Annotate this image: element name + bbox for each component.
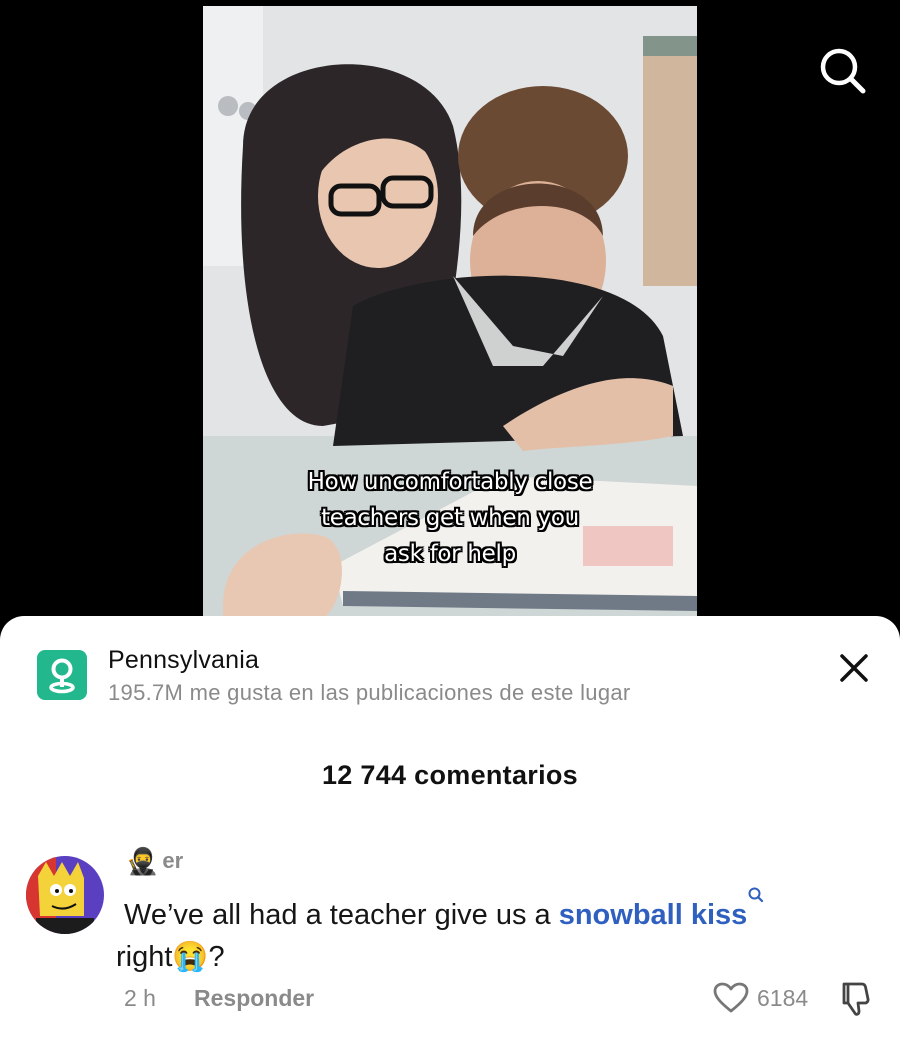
like-button[interactable]: [713, 982, 749, 1014]
small-search-icon[interactable]: [747, 886, 765, 904]
caption-line: ask for help: [384, 541, 516, 567]
search-icon: [820, 48, 866, 94]
close-icon: [840, 654, 868, 682]
avatar[interactable]: [26, 856, 104, 934]
place-stats: 195.7M me gusta en las publicaciones de …: [108, 680, 631, 705]
place-name[interactable]: Pennsylvania: [108, 646, 259, 675]
heart-icon: [713, 982, 749, 1013]
reply-button[interactable]: Responder: [194, 985, 314, 1012]
video-player[interactable]: How uncomfortably close teachers get whe…: [203, 6, 697, 618]
ninja-emoji: 🥷: [126, 846, 159, 876]
crying-emoji: 😭: [172, 941, 209, 973]
comment-text: We’ve all had a teacher give us a snowba…: [116, 886, 864, 978]
username-text: er: [162, 848, 184, 873]
comment-text-part: ?: [208, 941, 225, 973]
video-caption: How uncomfortably close teachers get whe…: [203, 464, 697, 572]
comment-text-part: We’ve all had a teacher give us a: [124, 899, 559, 931]
comment-count: 12 744 comentarios: [321, 760, 579, 790]
like-count: 6184: [757, 985, 809, 1011]
close-button[interactable]: [834, 648, 874, 688]
caption-line: teachers get when you: [321, 505, 579, 531]
comment-username[interactable]: 🥷 er: [126, 848, 183, 874]
search-button[interactable]: [816, 44, 868, 96]
location-pin-icon[interactable]: [37, 650, 87, 700]
comment-time: 2 h: [124, 985, 156, 1011]
comment-text-part: right: [116, 941, 173, 973]
comment-search-link[interactable]: snowball kiss: [559, 899, 748, 931]
dislike-button[interactable]: [836, 980, 874, 1018]
caption-line: How uncomfortably close: [307, 469, 593, 495]
comments-sheet: Pennsylvania 195.7M me gusta en las publ…: [0, 616, 900, 1048]
thumbs-down-icon: [842, 982, 870, 1016]
